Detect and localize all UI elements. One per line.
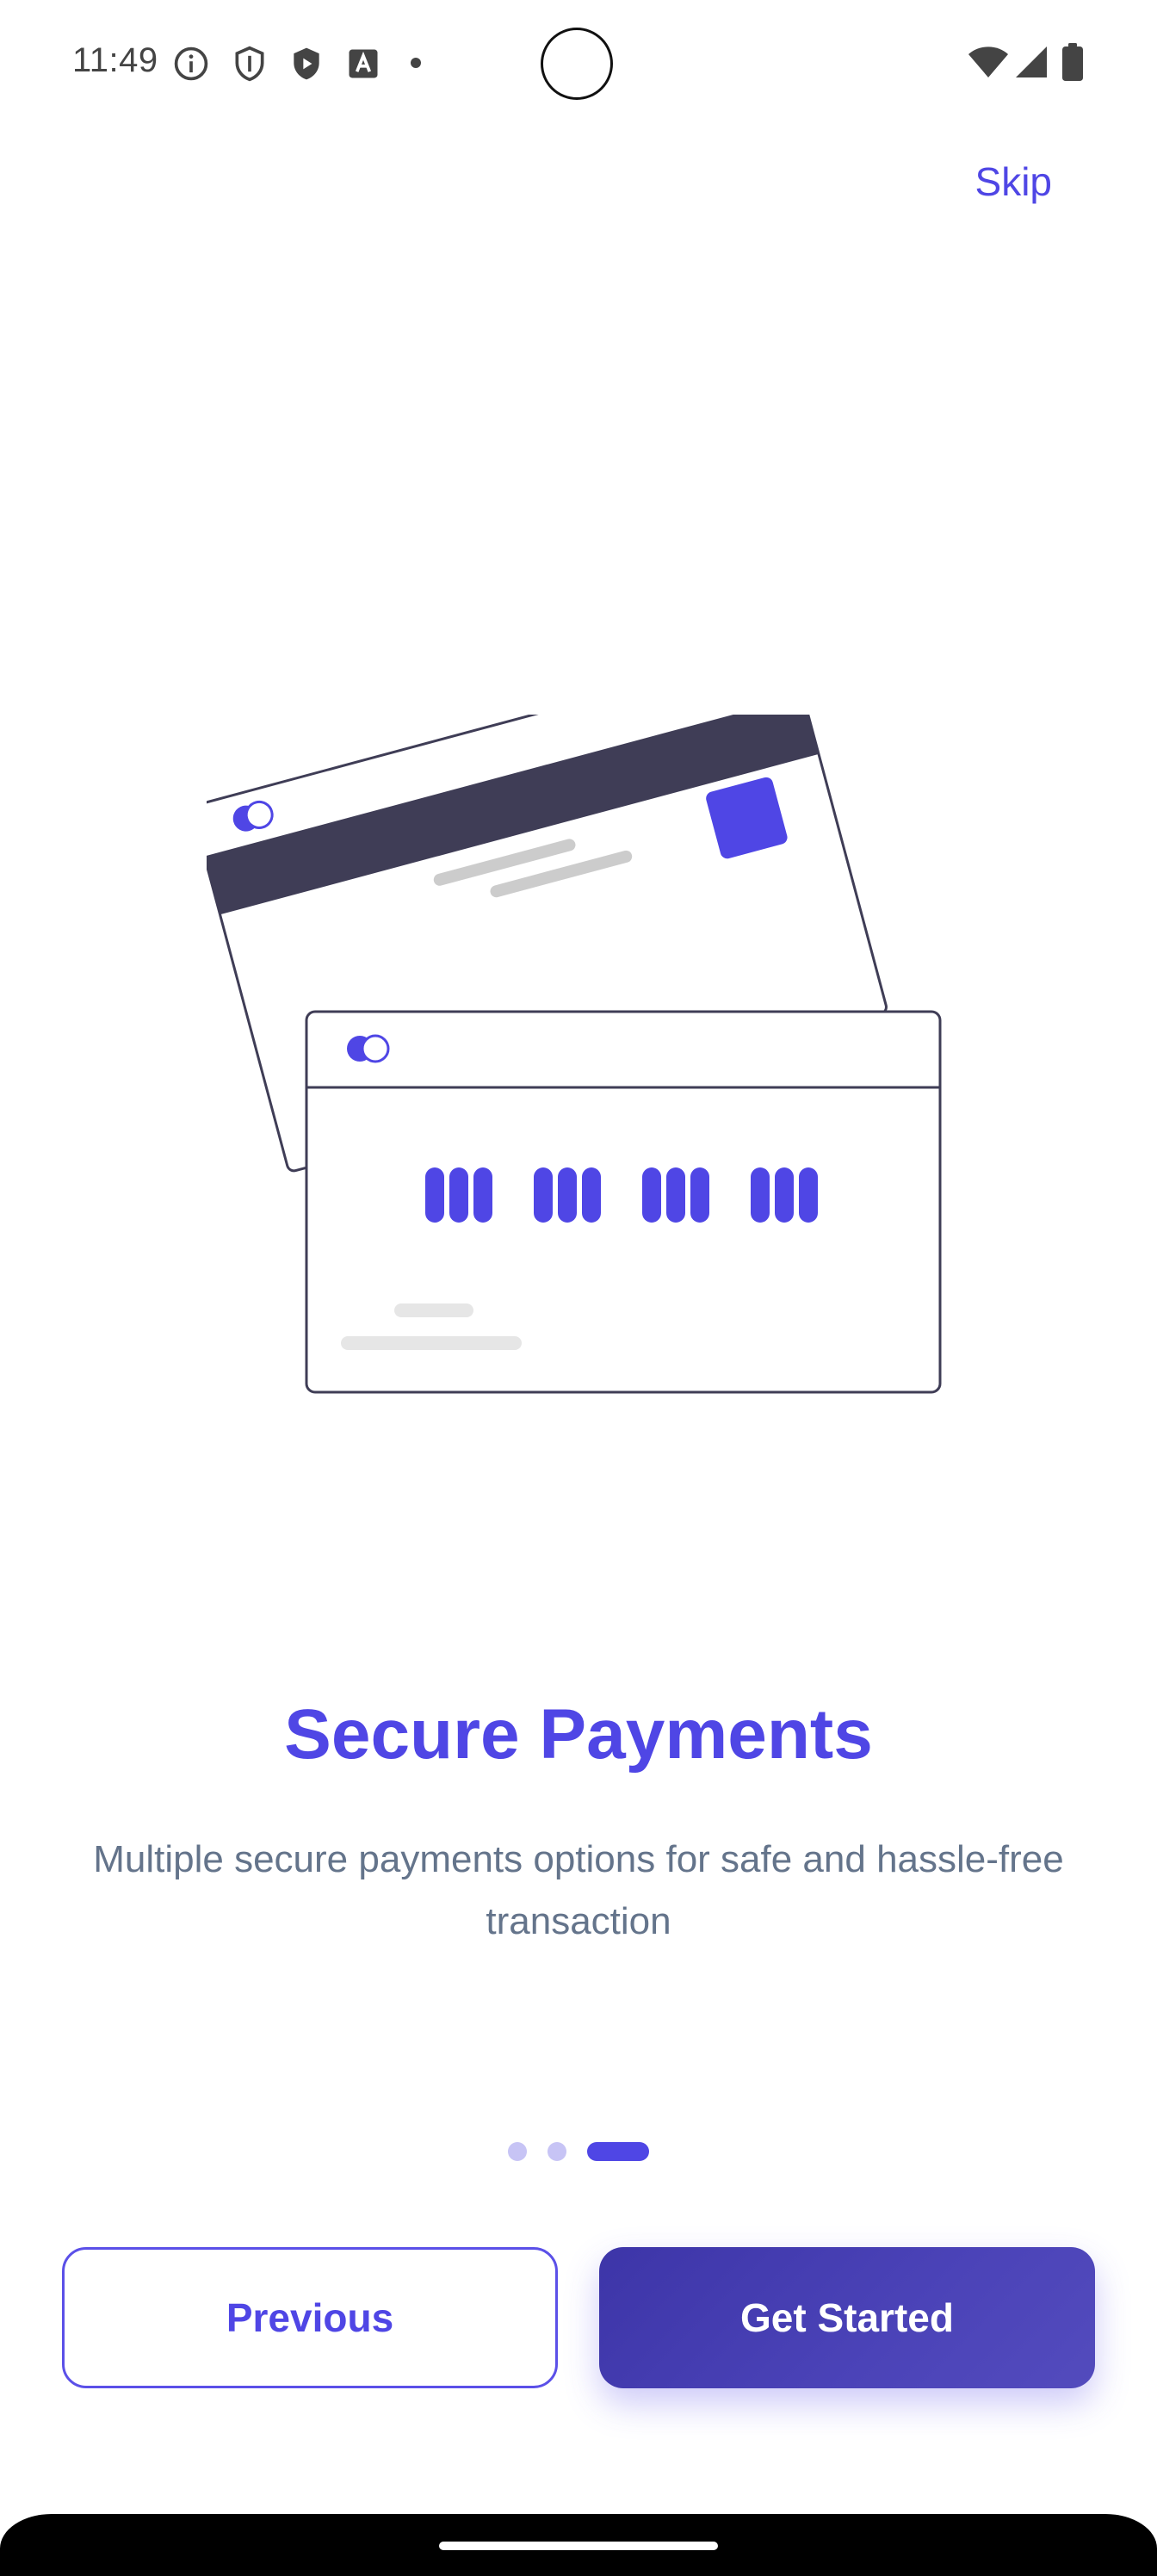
- page-dot-3-active: [587, 2142, 649, 2161]
- previous-button[interactable]: Previous: [62, 2247, 558, 2388]
- get-started-button[interactable]: Get Started: [599, 2247, 1095, 2388]
- skip-button[interactable]: Skip: [975, 158, 1052, 205]
- shield-play-icon: [288, 45, 325, 87]
- front-camera: [541, 28, 613, 100]
- home-gesture-handle[interactable]: [439, 2542, 718, 2550]
- onboarding-screen: 11:49 Skip Secure Payments Multiple secu…: [0, 0, 1157, 2576]
- page-dot-1: [508, 2142, 527, 2161]
- wifi-icon: [968, 45, 1009, 84]
- previous-button-label: Previous: [226, 2295, 394, 2340]
- get-started-button-label: Get Started: [740, 2295, 954, 2340]
- shield-outline-icon: [231, 45, 269, 87]
- page-indicator: [0, 2141, 1157, 2162]
- status-bar: 11:49: [0, 0, 1157, 129]
- status-time: 11:49: [72, 41, 158, 79]
- page-title: Secure Payments: [284, 1695, 873, 1774]
- battery-icon: [1061, 43, 1085, 85]
- text-a-icon: [344, 45, 382, 87]
- dot-icon: [410, 57, 422, 73]
- page-dot-2: [548, 2142, 566, 2161]
- info-icon: [172, 45, 210, 87]
- credit-cards-illustration: [191, 646, 964, 1403]
- front-card: [305, 1010, 942, 1394]
- page-description: Multiple secure payments options for saf…: [93, 1838, 1064, 1942]
- cellular-signal-icon: [1014, 45, 1049, 84]
